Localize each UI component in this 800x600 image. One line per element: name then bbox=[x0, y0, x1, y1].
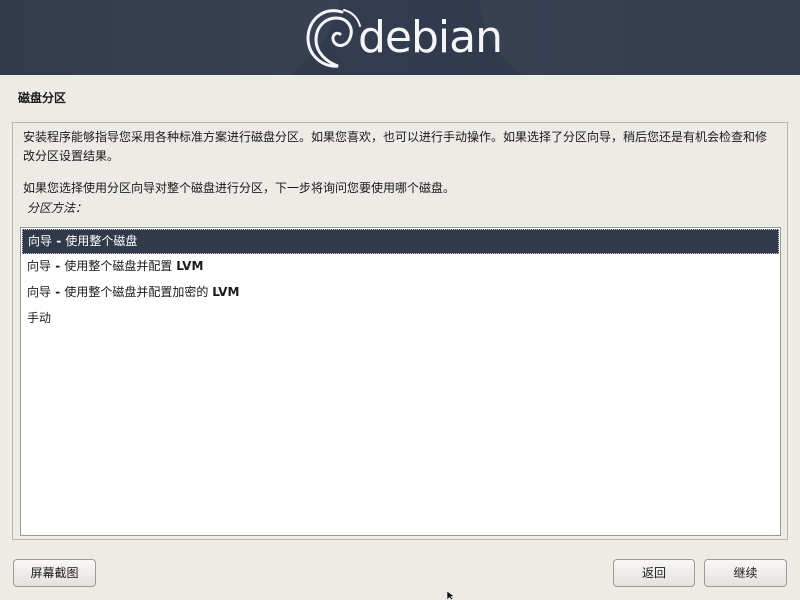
debian-swirl-icon bbox=[306, 9, 361, 68]
back-button[interactable]: 返回 bbox=[613, 559, 695, 587]
content-panel: 安装程序能够指导您采用各种标准方案进行磁盘分区。如果您喜欢，也可以进行手动操作。… bbox=[12, 122, 788, 540]
page-title: 磁盘分区 bbox=[18, 91, 67, 105]
header-banner: debian bbox=[0, 0, 800, 75]
method-option-manual[interactable]: 手动 bbox=[22, 307, 779, 332]
description-paragraph-2: 如果您选择使用分区向导对整个磁盘进行分区，下一步将询问您要使用哪个磁盘。 bbox=[23, 181, 456, 195]
description-paragraph-1: 安装程序能够指导您采用各种标准方案进行磁盘分区。如果您喜欢，也可以进行手动操作。… bbox=[23, 130, 768, 163]
method-option-guided-entire-disk[interactable]: 向导 - 使用整个磁盘 bbox=[22, 229, 779, 254]
debian-logo: debian bbox=[304, 4, 504, 72]
screenshot-button[interactable]: 屏幕截图 bbox=[13, 559, 96, 587]
mouse-pointer-icon bbox=[447, 591, 456, 600]
partition-method-label: 分区方法： bbox=[27, 201, 88, 215]
method-option-guided-encrypted-lvm[interactable]: 向导 - 使用整个磁盘并配置加密的 LVM bbox=[22, 281, 779, 306]
method-option-guided-lvm[interactable]: 向导 - 使用整个磁盘并配置 LVM bbox=[22, 255, 779, 280]
partition-method-list[interactable]: 向导 - 使用整个磁盘 向导 - 使用整个磁盘并配置 LVM 向导 - 使用整个… bbox=[20, 227, 781, 536]
banner-decoration bbox=[480, 0, 800, 75]
banner-decoration bbox=[0, 0, 340, 75]
continue-button[interactable]: 继续 bbox=[704, 559, 787, 587]
brand-wordmark: debian bbox=[358, 12, 503, 63]
